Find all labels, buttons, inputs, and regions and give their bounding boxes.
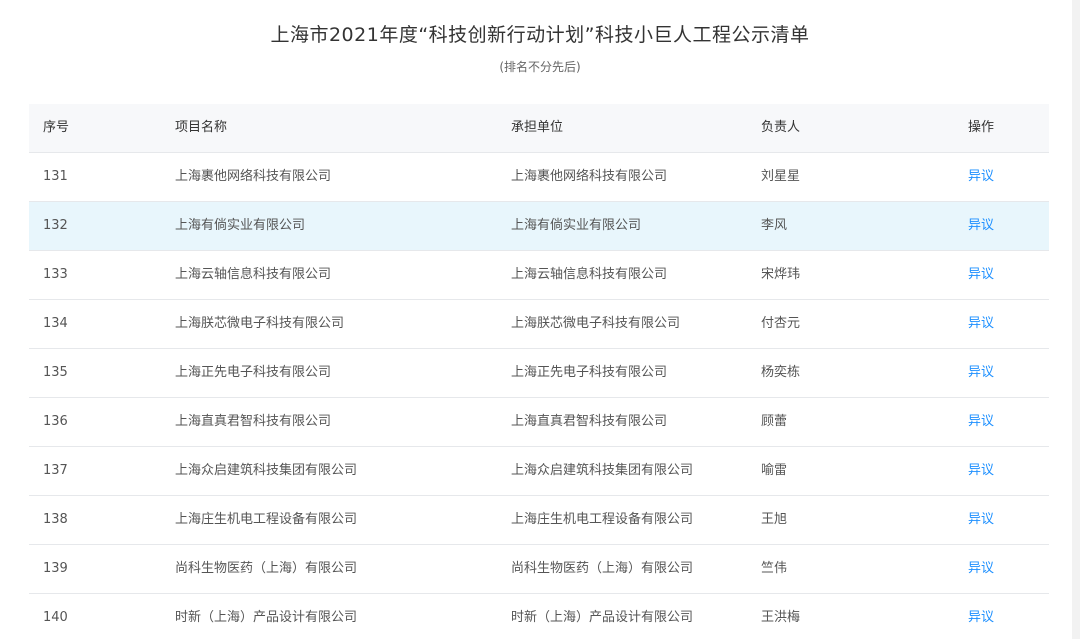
objection-link[interactable]: 异议 xyxy=(968,447,994,495)
row-no: 134 xyxy=(43,316,68,331)
table-row: 134 上海朕芯微电子科技有限公司 上海朕芯微电子科技有限公司 付杏元 异议 xyxy=(29,300,1049,349)
scrollbar-thumb[interactable] xyxy=(1072,0,1080,639)
row-name: 上海庄生机电工程设备有限公司 xyxy=(175,512,358,527)
objection-link[interactable]: 异议 xyxy=(968,496,994,544)
row-name: 上海众启建筑科技集团有限公司 xyxy=(175,463,358,478)
row-no: 138 xyxy=(43,512,68,527)
row-name: 上海直真君智科技有限公司 xyxy=(175,414,332,429)
header-person: 负责人 xyxy=(761,120,801,135)
table-row: 133 上海云轴信息科技有限公司 上海云轴信息科技有限公司 宋烨玮 异议 xyxy=(29,251,1049,300)
table-row: 131 上海裹他网络科技有限公司 上海裹他网络科技有限公司 刘星星 异议 xyxy=(29,153,1049,202)
objection-link[interactable]: 异议 xyxy=(968,349,994,397)
row-person: 刘星星 xyxy=(761,169,801,184)
table-row: 139 尚科生物医药（上海）有限公司 尚科生物医药（上海）有限公司 竺伟 异议 xyxy=(29,545,1049,594)
row-person: 王洪梅 xyxy=(761,610,801,625)
row-name: 上海裹他网络科技有限公司 xyxy=(175,169,332,184)
header-unit: 承担单位 xyxy=(511,120,564,135)
row-no: 131 xyxy=(43,169,68,184)
row-person: 喻雷 xyxy=(761,463,788,478)
row-person: 李风 xyxy=(761,218,788,233)
header-action: 操作 xyxy=(968,120,995,135)
row-name: 上海有倘实业有限公司 xyxy=(175,218,306,233)
page-subtitle: (排名不分先后) xyxy=(499,60,581,74)
table-row: 137 上海众启建筑科技集团有限公司 上海众启建筑科技集团有限公司 喻雷 异议 xyxy=(29,447,1049,496)
table-header-row: 序号 项目名称 承担单位 负责人 操作 xyxy=(29,104,1049,153)
row-person: 宋烨玮 xyxy=(761,267,801,282)
objection-link[interactable]: 异议 xyxy=(968,594,994,639)
row-person: 王旭 xyxy=(761,512,788,527)
row-person: 杨奕栋 xyxy=(761,365,801,380)
objection-link[interactable]: 异议 xyxy=(968,545,994,593)
row-no: 137 xyxy=(43,463,68,478)
table-row: 136 上海直真君智科技有限公司 上海直真君智科技有限公司 顾蕾 异议 xyxy=(29,398,1049,447)
row-no: 133 xyxy=(43,267,68,282)
row-unit: 上海庄生机电工程设备有限公司 xyxy=(511,512,694,527)
row-unit: 上海正先电子科技有限公司 xyxy=(511,365,668,380)
table-row: 138 上海庄生机电工程设备有限公司 上海庄生机电工程设备有限公司 王旭 异议 xyxy=(29,496,1049,545)
row-unit: 上海朕芯微电子科技有限公司 xyxy=(511,316,681,331)
row-no: 140 xyxy=(43,610,68,625)
row-name: 上海云轴信息科技有限公司 xyxy=(175,267,332,282)
row-unit: 时新（上海）产品设计有限公司 xyxy=(511,610,694,625)
row-no: 132 xyxy=(43,218,68,233)
objection-link[interactable]: 异议 xyxy=(968,398,994,446)
list-table: 序号 项目名称 承担单位 负责人 操作 131 上海裹他网络科技有限公司 上海裹… xyxy=(29,104,1049,639)
row-person: 竺伟 xyxy=(761,561,788,576)
row-unit: 上海裹他网络科技有限公司 xyxy=(511,169,668,184)
row-unit: 上海有倘实业有限公司 xyxy=(511,218,642,233)
objection-link[interactable]: 异议 xyxy=(968,153,994,201)
header-no: 序号 xyxy=(43,120,70,135)
header-name: 项目名称 xyxy=(175,120,228,135)
page: 上海市2021年度“科技创新行动计划”科技小巨人工程公示清单 (排名不分先后) … xyxy=(0,0,1080,639)
row-name: 尚科生物医药（上海）有限公司 xyxy=(175,561,358,576)
row-person: 顾蕾 xyxy=(761,414,788,429)
table-row: 140 时新（上海）产品设计有限公司 时新（上海）产品设计有限公司 王洪梅 异议 xyxy=(29,594,1049,639)
row-no: 135 xyxy=(43,365,68,380)
page-title: 上海市2021年度“科技创新行动计划”科技小巨人工程公示清单 xyxy=(270,24,810,46)
scrollbar[interactable] xyxy=(1072,0,1080,639)
row-name: 时新（上海）产品设计有限公司 xyxy=(175,610,358,625)
row-no: 136 xyxy=(43,414,68,429)
row-person: 付杏元 xyxy=(761,316,801,331)
objection-link[interactable]: 异议 xyxy=(968,202,994,250)
row-unit: 尚科生物医药（上海）有限公司 xyxy=(511,561,694,576)
objection-link[interactable]: 异议 xyxy=(968,251,994,299)
objection-link[interactable]: 异议 xyxy=(968,300,994,348)
row-no: 139 xyxy=(43,561,68,576)
row-unit: 上海直真君智科技有限公司 xyxy=(511,414,668,429)
row-name: 上海朕芯微电子科技有限公司 xyxy=(175,316,345,331)
row-unit: 上海云轴信息科技有限公司 xyxy=(511,267,668,282)
row-unit: 上海众启建筑科技集团有限公司 xyxy=(511,463,694,478)
table-row: 132 上海有倘实业有限公司 上海有倘实业有限公司 李风 异议 xyxy=(29,202,1049,251)
table-row: 135 上海正先电子科技有限公司 上海正先电子科技有限公司 杨奕栋 异议 xyxy=(29,349,1049,398)
row-name: 上海正先电子科技有限公司 xyxy=(175,365,332,380)
